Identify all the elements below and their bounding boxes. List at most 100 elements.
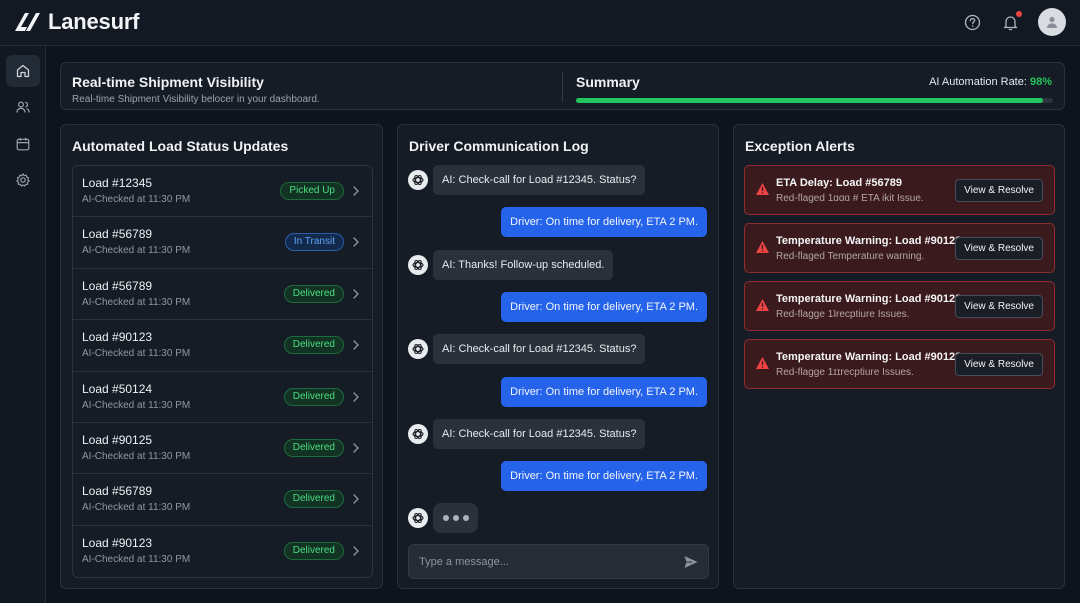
load-checked-time: AI-Checked at 11:30 PM <box>82 194 191 205</box>
automation-progress-fill <box>576 98 1044 103</box>
typing-dot <box>452 515 459 522</box>
alert-subtitle: Red-flaged Temperature warning. <box>776 251 925 262</box>
load-checked-time: AI-Checked at 11:30 PM <box>82 553 191 565</box>
status-badge: Picked Up <box>280 182 344 200</box>
alert-subtitle: Red-flagge 1ʇrecptiure Issues. <box>776 309 910 320</box>
load-checked-time: AI-Checked at 11:30 PM <box>82 245 191 257</box>
chevron-right-icon[interactable] <box>351 184 361 198</box>
chevron-right-icon[interactable] <box>351 235 361 249</box>
ai-avatar-icon <box>408 339 428 360</box>
load-id: Load #56789 <box>82 227 153 242</box>
load-id: Load #12345 <box>82 176 153 190</box>
user-avatar-icon <box>1046 16 1058 28</box>
sidebar-item-home[interactable] <box>6 55 40 87</box>
alerts-title: Exception Alerts <box>745 138 855 154</box>
ai-message: AI: Check-call for Load #12345. Status? <box>433 165 646 195</box>
view-resolve-button[interactable]: View & Resolve <box>955 353 1043 376</box>
bell-icon[interactable] <box>1000 11 1022 32</box>
visibility-title: Real-time Shipment Visibility <box>72 74 264 90</box>
load-row[interactable]: Load #56789 AI-Checked at 11:30 PM In Tran… <box>73 217 372 269</box>
load-row[interactable]: Load #12345 AI-Checked at 11:30 PM Picked … <box>73 166 372 218</box>
chevron-right-icon[interactable] <box>351 390 361 404</box>
automation-rate-value: 98% <box>1029 76 1052 88</box>
ai-message: AI: Check-call for Load #12345. Status? <box>433 418 646 449</box>
view-resolve-button[interactable]: View & Resolve <box>955 237 1043 260</box>
home-icon <box>16 64 30 78</box>
status-badge: Delivered <box>283 387 344 406</box>
ai-avatar-icon <box>408 508 428 529</box>
view-resolve-button[interactable]: View & Resolve <box>955 179 1043 202</box>
status-badge: Delivered <box>283 284 344 303</box>
chevron-right-icon[interactable] <box>351 441 361 455</box>
alert-card: Temperature Warning: Load #90123 Red-flag… <box>744 339 1055 389</box>
load-status-panel: Automated Load Status Updates Load #1234… <box>60 124 383 589</box>
message-input[interactable] <box>419 553 669 571</box>
automation-rate: AI Automation Rate: 98% <box>929 76 1052 88</box>
ai-avatar-icon <box>408 423 428 444</box>
alert-card: Temperature Warning: Load #90123 Red-flag… <box>744 223 1055 273</box>
ai-message: AI: Thanks! Follow-up scheduled. <box>433 249 614 280</box>
load-row[interactable]: Load #90123 AI-Checked at 11:30 PM Deliver… <box>73 320 372 372</box>
status-badge: Delivered <box>283 541 344 560</box>
typing-indicator <box>433 503 478 534</box>
driver-message: Driver: On time for delivery, ETA 2 PM. <box>501 291 707 322</box>
sidebar-item-calendar[interactable] <box>6 128 40 160</box>
message-composer[interactable] <box>408 544 709 579</box>
avatar[interactable] <box>1038 8 1066 36</box>
automation-rate-label: AI Automation Rate: <box>929 76 1030 88</box>
alert-title: Temperature Warning: Load #90123 <box>776 293 962 305</box>
typing-dot <box>462 515 469 522</box>
load-checked-time: AI-Checked at 11:30 PM <box>82 348 191 360</box>
load-id: Load #56789 <box>82 484 153 499</box>
ai-message: AI: Check-call for Load #12345. Status? <box>433 334 646 365</box>
load-row[interactable]: Load #50124 AI-Checked at 11:30 PM Deliver… <box>73 372 372 423</box>
chevron-right-icon[interactable] <box>351 338 361 352</box>
typing-dot <box>442 515 449 522</box>
status-badge: Delivered <box>283 336 344 355</box>
driver-message: Driver: On time for delivery, ETA 2 PM. <box>501 461 707 492</box>
load-id: Load #56789 <box>82 278 153 293</box>
sidebar <box>0 46 46 603</box>
load-row[interactable]: Load #56789 AI-Checked at 11:30 PM Deliver… <box>73 269 372 321</box>
chat-title: Driver Communication Log <box>409 138 589 154</box>
chevron-right-icon[interactable] <box>351 492 361 506</box>
view-resolve-button[interactable]: View & Resolve <box>955 295 1043 318</box>
load-id: Load #90125 <box>82 432 153 447</box>
alert-subtitle: Red-flaged 1ɑɑɑ # ETA ikit Issue. <box>776 193 924 204</box>
alert-card: ETA Delay: Load #56789 Red-flaged 1ɑɑɑ # … <box>744 165 1055 215</box>
ai-avatar-icon <box>408 254 428 275</box>
calendar-icon <box>16 137 30 151</box>
summary-title: Summary <box>576 74 640 90</box>
load-row[interactable]: Load #56789 AI-Checked at 11:30 PM Deliver… <box>73 474 372 526</box>
load-row[interactable]: Load #90125 AI-Checked at 11:30 PM Deliver… <box>73 423 372 475</box>
sidebar-item-users[interactable] <box>6 91 40 123</box>
driver-communication-panel: Driver Communication Log AI: Check-call … <box>397 124 719 589</box>
sidebar-item-settings[interactable] <box>6 164 40 196</box>
automation-progress-bar <box>576 98 1053 103</box>
visibility-subtitle: Real-time Shipment Visibility belocer in… <box>72 94 320 105</box>
lanesurf-logo-icon <box>15 13 40 31</box>
gear-icon <box>16 173 30 187</box>
alert-subtitle: Red-flagge 1ɪɪrecptiure Issues. <box>776 367 914 378</box>
alert-title: Temperature Warning: Load #90123 <box>776 351 962 363</box>
load-checked-time: AI-Checked at 11:30 PM <box>82 399 191 411</box>
brand[interactable]: Lanesurf <box>12 9 140 35</box>
brand-name: Lanesurf <box>48 9 140 34</box>
load-status-title: Automated Load Status Updates <box>72 138 289 154</box>
send-icon[interactable] <box>683 554 699 570</box>
warning-icon <box>756 183 769 195</box>
help-circle-icon[interactable] <box>962 12 982 32</box>
status-badge: Delivered <box>283 490 344 509</box>
alert-title: Temperature Warning: Load #90123 <box>776 235 962 247</box>
warning-icon <box>756 357 769 369</box>
divider <box>562 72 563 102</box>
ai-avatar-icon <box>408 170 428 190</box>
chevron-right-icon[interactable] <box>351 287 361 301</box>
status-badge: In Transit <box>284 233 344 252</box>
chevron-right-icon[interactable] <box>351 544 361 558</box>
warning-icon <box>756 241 769 253</box>
load-row[interactable]: Load #90123 AI-Checked at 11:30 PM Deliver… <box>73 526 372 577</box>
load-checked-time: AI-Checked at 11:30 PM <box>82 502 191 514</box>
driver-message: Driver: On time for delivery, ETA 2 PM. <box>501 376 707 407</box>
users-icon <box>16 101 30 113</box>
